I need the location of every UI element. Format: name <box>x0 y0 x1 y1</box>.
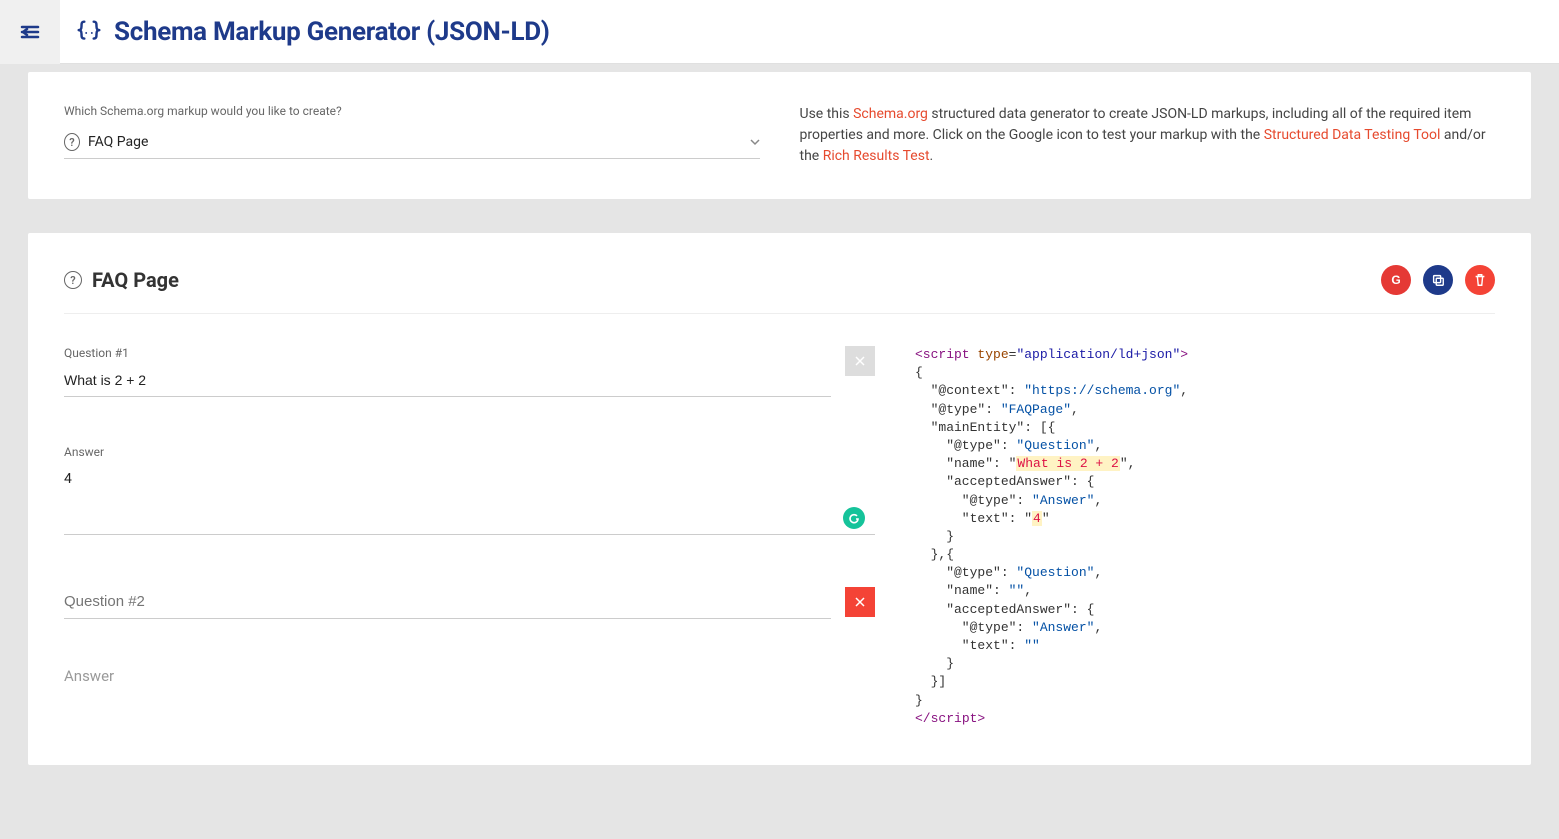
menu-collapse-icon <box>18 20 42 44</box>
google-icon: G <box>1388 272 1404 288</box>
chevron-down-icon <box>750 137 760 147</box>
schema-select-label: Which Schema.org markup would you like t… <box>64 104 760 118</box>
svg-text:G: G <box>1391 273 1400 287</box>
intro-card: Which Schema.org markup would you like t… <box>28 72 1531 199</box>
question-block <box>64 587 875 619</box>
sdtt-link[interactable]: Structured Data Testing Tool <box>1264 127 1441 143</box>
close-icon <box>855 597 865 607</box>
trash-icon <box>1473 273 1487 287</box>
answer-block: Answer <box>64 445 875 539</box>
jsonld-code: <script type="application/ld+json"> { "@… <box>915 346 1495 728</box>
question-block: Question #1 <box>64 346 875 397</box>
help-icon: ? <box>64 134 80 150</box>
help-icon: ? <box>64 271 82 289</box>
remove-question-button <box>845 346 875 376</box>
answer-input[interactable] <box>64 465 875 535</box>
page-title: Schema Markup Generator (JSON-LD) <box>114 17 550 47</box>
question-input[interactable] <box>64 587 831 619</box>
form-inputs: Question #1 Answer <box>64 332 875 733</box>
answer-label: Answer <box>64 445 875 459</box>
remove-question-button[interactable] <box>845 587 875 617</box>
question-input[interactable] <box>64 366 831 397</box>
topbar: Schema Markup Generator (JSON-LD) <box>0 0 1559 64</box>
intro-description: Use this Schema.org structured data gene… <box>800 104 1496 167</box>
code-output: <script type="application/ld+json"> { "@… <box>915 332 1495 733</box>
grammarly-icon[interactable] <box>843 507 865 529</box>
copy-icon <box>1431 273 1445 287</box>
logo-braces-icon <box>74 17 104 47</box>
copy-button[interactable] <box>1423 265 1453 295</box>
close-icon <box>855 356 865 366</box>
section-title: FAQ Page <box>92 268 179 292</box>
google-test-button[interactable]: G <box>1381 265 1411 295</box>
generator-card: ? FAQ Page G <box>28 233 1531 765</box>
answer-label: Answer <box>64 667 875 685</box>
schema-select[interactable]: ? FAQ Page <box>64 128 760 159</box>
question-label: Question #1 <box>64 346 831 360</box>
menu-toggle-button[interactable] <box>0 0 60 64</box>
delete-button[interactable] <box>1465 265 1495 295</box>
answer-block: Answer <box>64 667 875 685</box>
rich-results-link[interactable]: Rich Results Test <box>823 148 930 164</box>
schema-org-link[interactable]: Schema.org <box>853 106 928 122</box>
schema-select-value: FAQ Page <box>88 134 750 150</box>
